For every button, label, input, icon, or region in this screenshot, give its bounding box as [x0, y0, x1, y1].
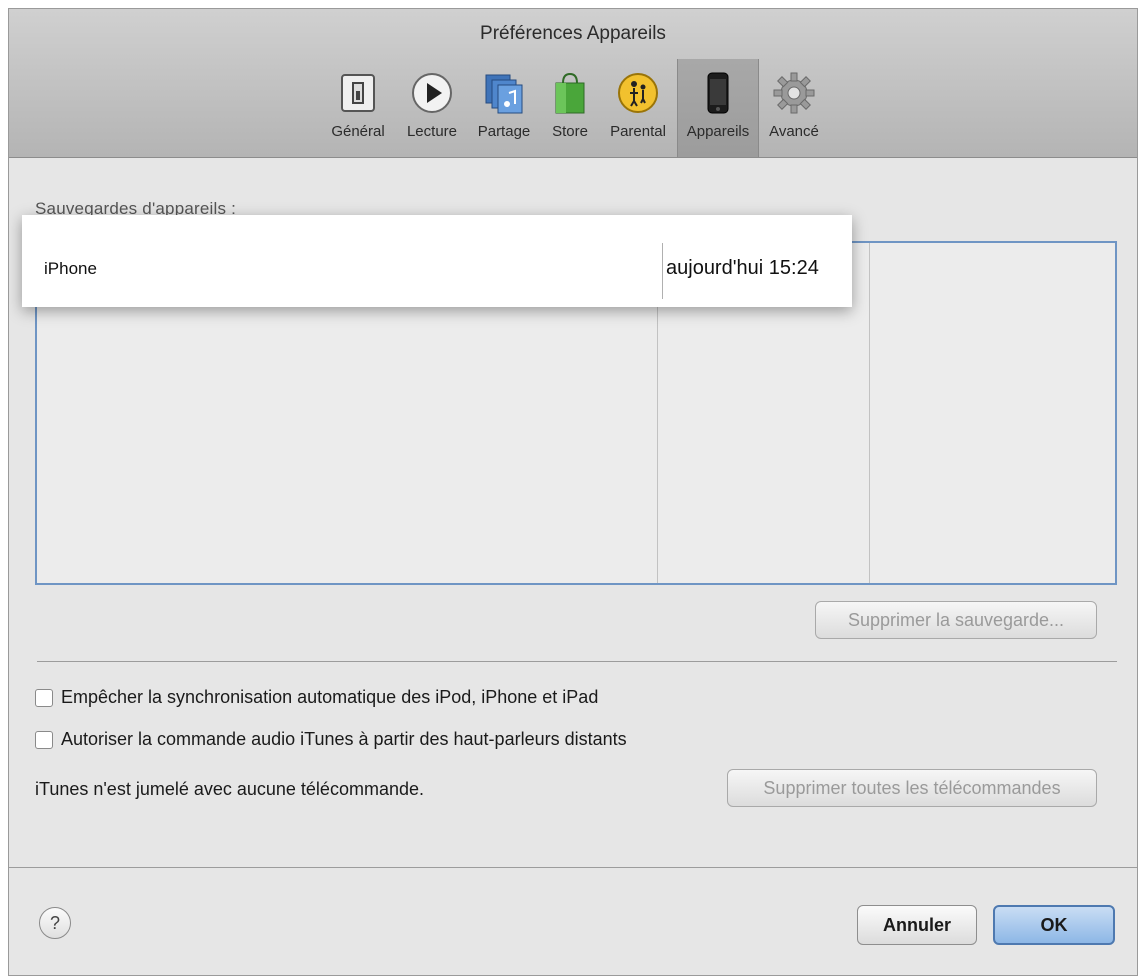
tab-lecture[interactable]: Lecture: [397, 69, 467, 155]
prevent-sync-label: Empêcher la synchronisation automatique …: [61, 687, 599, 707]
prevent-sync-row[interactable]: Empêcher la synchronisation automatique …: [35, 687, 598, 708]
tab-avance[interactable]: Avancé: [763, 69, 825, 155]
window-title: Préférences Appareils: [480, 23, 666, 44]
help-button[interactable]: ?: [39, 907, 71, 939]
remote-audio-label: Autoriser la commande audio iTunes à par…: [61, 729, 627, 749]
backup-date: aujourd'hui 15:24: [666, 257, 819, 279]
tab-store-label: Store: [552, 123, 588, 140]
table-row[interactable]: iPhone aujourd'hui 15:24: [42, 243, 848, 299]
remove-all-remotes-button[interactable]: Supprimer toutes les télécommandes: [727, 769, 1097, 807]
tab-partage-label: Partage: [477, 123, 531, 140]
tab-appareils-label: Appareils: [686, 123, 750, 140]
iphone-icon: [707, 72, 729, 114]
remote-audio-checkbox[interactable]: [35, 730, 53, 749]
remote-pairing-status: iTunes n'est jumelé avec aucune télécomm…: [35, 779, 424, 799]
prevent-sync-checkbox[interactable]: [35, 688, 53, 707]
backup-device-name: iPhone: [44, 259, 97, 278]
play-icon: [412, 73, 452, 113]
column-divider: [662, 243, 663, 299]
section-divider: [37, 661, 1117, 662]
delete-backup-button[interactable]: Supprimer la sauvegarde...: [815, 601, 1097, 639]
tab-general[interactable]: Général: [327, 69, 389, 155]
share-music-icon: [485, 74, 523, 114]
tab-lecture-label: Lecture: [406, 123, 458, 140]
tab-avance-label: Avancé: [769, 123, 819, 140]
store-bag-icon: [555, 72, 585, 114]
footer-divider: [9, 867, 1137, 868]
column-divider: [869, 243, 870, 583]
tab-partage[interactable]: Partage: [469, 69, 539, 155]
remote-audio-row[interactable]: Autoriser la commande audio iTunes à par…: [35, 729, 627, 750]
gear-icon: [773, 72, 815, 114]
tab-parental-label: Parental: [610, 123, 666, 140]
tab-parental[interactable]: Parental: [601, 69, 675, 155]
ok-button[interactable]: OK: [993, 905, 1115, 945]
tab-appareils[interactable]: Appareils: [677, 59, 759, 157]
backup-row-highlight: iPhone aujourd'hui 15:24: [22, 215, 852, 307]
help-icon: ?: [49, 912, 60, 933]
preferences-toolbar: Préférences Appareils Général Lecture Pa…: [9, 9, 1137, 158]
tab-general-label: Général: [331, 123, 385, 140]
general-switch-icon: [341, 74, 375, 112]
cancel-button[interactable]: Annuler: [857, 905, 977, 945]
tab-store[interactable]: Store: [543, 69, 597, 155]
preferences-window: Préférences Appareils Général Lecture Pa…: [8, 8, 1138, 976]
parental-icon: [618, 73, 658, 113]
